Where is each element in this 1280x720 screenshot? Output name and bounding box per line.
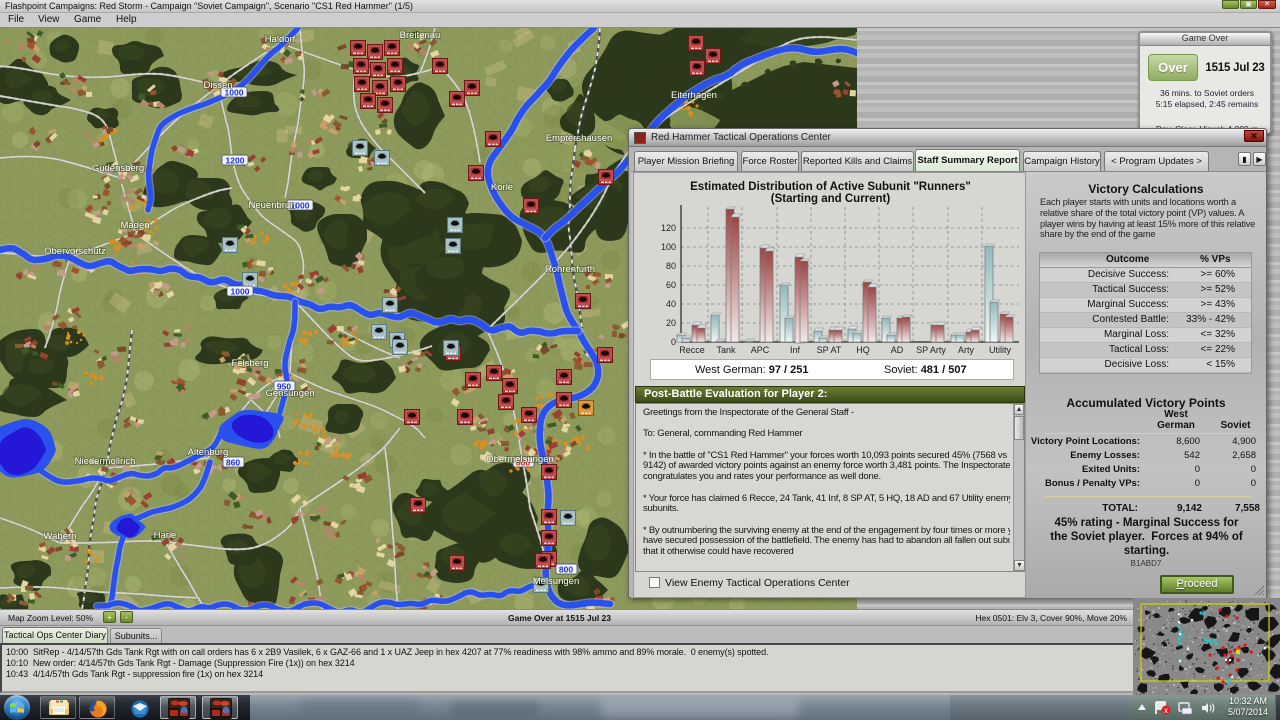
svg-text:Emptershausen: Emptershausen xyxy=(546,133,613,144)
svg-text:Altenburg: Altenburg xyxy=(188,447,229,458)
svg-text:SP AT: SP AT xyxy=(817,345,842,355)
svg-text:Wabern: Wabern xyxy=(44,531,77,542)
svg-text:SP Arty: SP Arty xyxy=(916,345,946,355)
svg-text:Harle: Harle xyxy=(154,530,177,541)
svg-text:AD: AD xyxy=(891,345,904,355)
svg-text:Neuenbrun: Neuenbrun xyxy=(248,200,295,211)
svg-text:40: 40 xyxy=(666,299,676,309)
svg-text:Tank: Tank xyxy=(716,345,736,355)
svg-text:60: 60 xyxy=(666,280,676,290)
svg-text:Recce: Recce xyxy=(679,345,705,355)
svg-text:x: x xyxy=(1164,706,1168,715)
svg-text:Obermelsungen: Obermelsungen xyxy=(486,454,554,465)
svg-text:100: 100 xyxy=(661,242,676,252)
svg-text:1200: 1200 xyxy=(226,156,245,166)
svg-text:Inf: Inf xyxy=(790,345,801,355)
svg-text:Felsberg: Felsberg xyxy=(232,358,269,369)
svg-text:Gudensberg: Gudensberg xyxy=(92,163,144,174)
svg-text:80: 80 xyxy=(666,261,676,271)
svg-text:Melsungen: Melsungen xyxy=(533,576,579,587)
svg-text:Gensungen: Gensungen xyxy=(265,388,314,399)
svg-text:Breitenau: Breitenau xyxy=(400,30,441,41)
svg-text:Maden: Maden xyxy=(120,220,149,231)
svg-text:0: 0 xyxy=(671,337,676,347)
svg-text:Dissen: Dissen xyxy=(203,80,232,91)
svg-text:Rohrenfurth: Rohrenfurth xyxy=(545,264,595,275)
svg-text:Arty: Arty xyxy=(958,345,975,355)
svg-text:800: 800 xyxy=(559,565,573,575)
svg-text:Utility: Utility xyxy=(989,345,1011,355)
svg-text:Obervorschutz: Obervorschutz xyxy=(44,246,106,257)
svg-text:Haldorf: Haldorf xyxy=(265,34,296,45)
svg-text:1000: 1000 xyxy=(231,287,250,297)
svg-text:Korle: Korle xyxy=(491,182,513,193)
svg-text:Eiterhagen: Eiterhagen xyxy=(671,90,717,101)
svg-text:Niedermollrich: Niedermollrich xyxy=(75,456,136,467)
svg-text:HQ: HQ xyxy=(856,345,870,355)
svg-text:860: 860 xyxy=(226,458,240,468)
svg-text:20: 20 xyxy=(666,318,676,328)
svg-text:APC: APC xyxy=(751,345,770,355)
svg-text:120: 120 xyxy=(661,223,676,233)
